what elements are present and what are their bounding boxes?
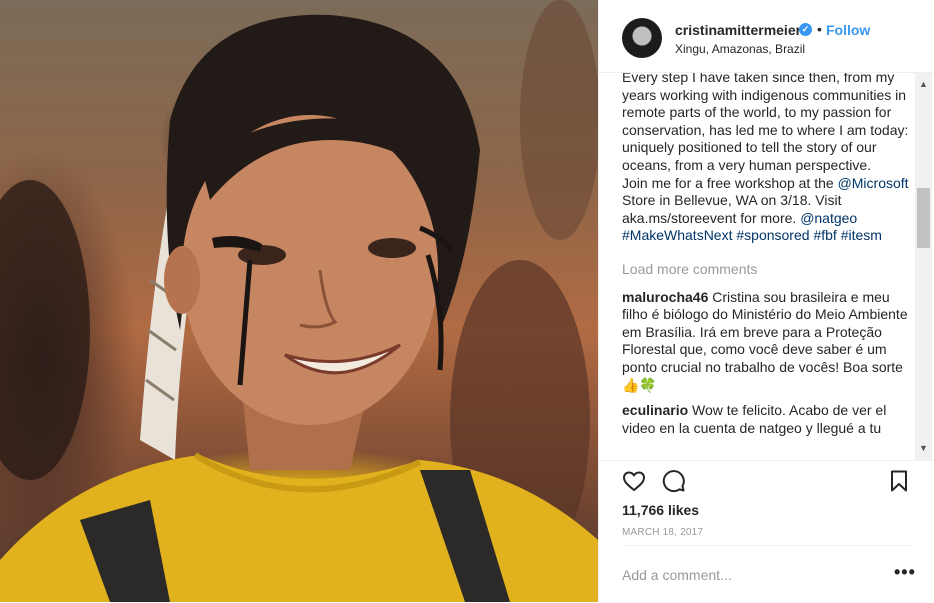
separator-dot: • bbox=[817, 21, 822, 37]
hashtag-fbf[interactable]: #fbf bbox=[813, 227, 836, 243]
verified-check-icon: ✓ bbox=[799, 23, 812, 36]
mention-microsoft[interactable]: @Microsoft bbox=[838, 175, 909, 191]
comment-bubble-icon[interactable] bbox=[662, 469, 686, 493]
hashtag-itesm[interactable]: #itesm bbox=[841, 227, 882, 243]
caption-text: Every step I have taken since then, from… bbox=[622, 73, 912, 245]
comments-list[interactable]: Every step I have taken since then, from… bbox=[622, 73, 912, 460]
scroll-thumb[interactable] bbox=[917, 188, 930, 248]
comments-scrollbar[interactable]: ▲ ▼ bbox=[915, 73, 932, 460]
comment-item: malurocha46 Cristina sou brasileira e me… bbox=[622, 289, 912, 395]
add-comment-input[interactable] bbox=[622, 566, 872, 584]
bookmark-icon[interactable] bbox=[887, 469, 911, 493]
post-date[interactable]: MARCH 18, 2017 bbox=[622, 527, 703, 538]
location-link[interactable]: Xingu, Amazonas, Brazil bbox=[675, 42, 805, 56]
action-bar bbox=[599, 460, 934, 501]
likes-count[interactable]: 11,766 likes bbox=[622, 502, 699, 518]
scroll-up-arrow-icon[interactable]: ▲ bbox=[915, 76, 932, 93]
username-link[interactable]: cristinamittermeier bbox=[675, 22, 801, 38]
post-photo bbox=[0, 0, 598, 602]
avatar[interactable] bbox=[622, 18, 662, 58]
more-options-button[interactable]: ••• bbox=[894, 562, 916, 583]
comment-username[interactable]: eculinario bbox=[622, 402, 688, 418]
comment-username[interactable]: malurocha46 bbox=[622, 289, 708, 305]
add-comment-section: ••• bbox=[622, 545, 915, 603]
follow-button[interactable]: Follow bbox=[826, 22, 870, 38]
caption-body: Every step I have taken since then, from… bbox=[622, 73, 909, 191]
portrait-illustration bbox=[0, 0, 598, 602]
post-header: cristinamittermeier ✓ • Follow Xingu, Am… bbox=[599, 0, 934, 73]
comment-item: eculinario Wow te felicito. Acabo de ver… bbox=[622, 402, 912, 437]
hashtag-sponsored[interactable]: #sponsored bbox=[736, 227, 809, 243]
post-side-panel: cristinamittermeier ✓ • Follow Xingu, Am… bbox=[599, 0, 934, 602]
load-more-comments-button[interactable]: Load more comments bbox=[622, 261, 912, 279]
heart-outline-icon[interactable] bbox=[622, 469, 646, 493]
mention-natgeo[interactable]: @natgeo bbox=[800, 210, 857, 226]
hashtag-makewhatsnext[interactable]: #MakeWhatsNext bbox=[622, 227, 732, 243]
scroll-down-arrow-icon[interactable]: ▼ bbox=[915, 440, 932, 457]
